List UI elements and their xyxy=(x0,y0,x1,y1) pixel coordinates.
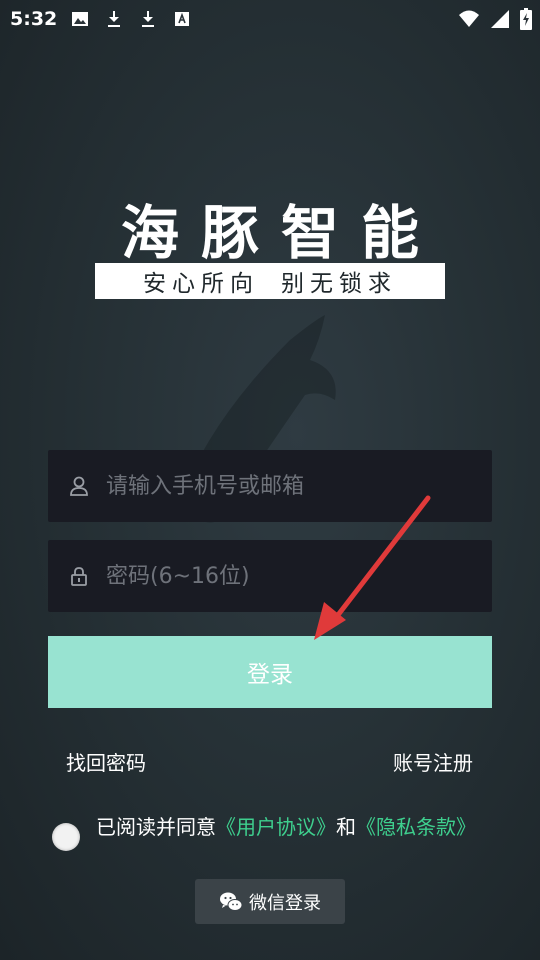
download-icon xyxy=(142,11,154,27)
forgot-password-link[interactable]: 找回密码 xyxy=(66,747,146,776)
slogan-left: 安心所向 xyxy=(143,271,259,297)
lock-icon xyxy=(71,567,87,586)
status-bar: 5:32 xyxy=(0,0,540,38)
user-icon xyxy=(70,476,88,496)
status-time: 5:32 xyxy=(10,8,58,30)
agreement-text: 已阅读并同意《用户协议》和《隐私条款》 xyxy=(96,812,476,842)
download-icon xyxy=(108,11,120,27)
slogan-banner: 安心所向 别无锁求 xyxy=(95,263,445,299)
font-icon xyxy=(175,12,189,26)
agreement-and: 和 xyxy=(336,815,356,839)
signal-icon xyxy=(491,10,509,28)
agreement-prefix: 已阅读并同意 xyxy=(96,815,216,839)
wifi-icon xyxy=(459,10,479,27)
user-agreement-link[interactable]: 《用户协议》 xyxy=(216,815,336,839)
app-title: 海豚智能 xyxy=(120,199,441,267)
slogan-right: 别无锁求 xyxy=(281,271,397,297)
wechat-login-label: 微信登录 xyxy=(249,892,321,914)
wechat-login-button[interactable]: 微信登录 xyxy=(195,879,345,924)
annotation-arrow xyxy=(314,495,431,640)
image-icon xyxy=(72,12,88,26)
agreement-radio[interactable] xyxy=(52,823,80,851)
battery-icon xyxy=(520,8,532,30)
privacy-policy-link[interactable]: 《隐私条款》 xyxy=(356,815,476,839)
register-link[interactable]: 账号注册 xyxy=(393,747,473,776)
wechat-icon xyxy=(220,892,243,911)
